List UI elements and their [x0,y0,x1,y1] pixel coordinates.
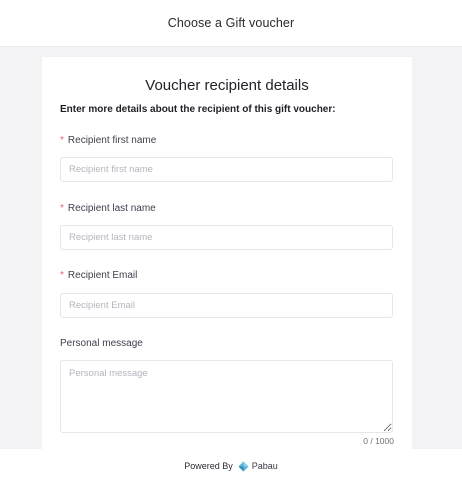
recipient-form-card: Voucher recipient details Enter more det… [42,57,412,449]
brand-name: Pabau [251,461,278,471]
form-intro: Enter more details about the recipient o… [60,104,336,115]
required-marker: * [60,270,64,281]
brand-link[interactable]: Pabau [238,461,278,472]
first-name-input[interactable] [60,157,393,182]
last-name-label: * Recipient last name [60,203,156,214]
email-label: * Recipient Email [60,270,137,281]
pabau-logo-icon [238,461,249,471]
email-label-text: Recipient Email [67,270,138,281]
message-label: Personal message [60,338,143,349]
first-name-label-text: Recipient first name [67,135,157,146]
email-input[interactable] [60,293,393,318]
footer: Powered By Pabau [0,449,462,483]
first-name-label: * Recipient first name [60,135,156,146]
required-marker: * [60,203,64,214]
last-name-label-text: Recipient last name [67,203,156,214]
required-marker: * [60,135,64,146]
top-bar: Choose a Gift voucher [0,0,462,47]
page-title: Choose a Gift voucher [167,16,295,30]
last-name-input[interactable] [60,225,393,250]
character-counter: 0 / 1000 [363,436,394,446]
form-title: Voucher recipient details [145,77,309,94]
powered-by-text: Powered By [184,461,233,471]
personal-message-textarea[interactable] [60,360,393,433]
